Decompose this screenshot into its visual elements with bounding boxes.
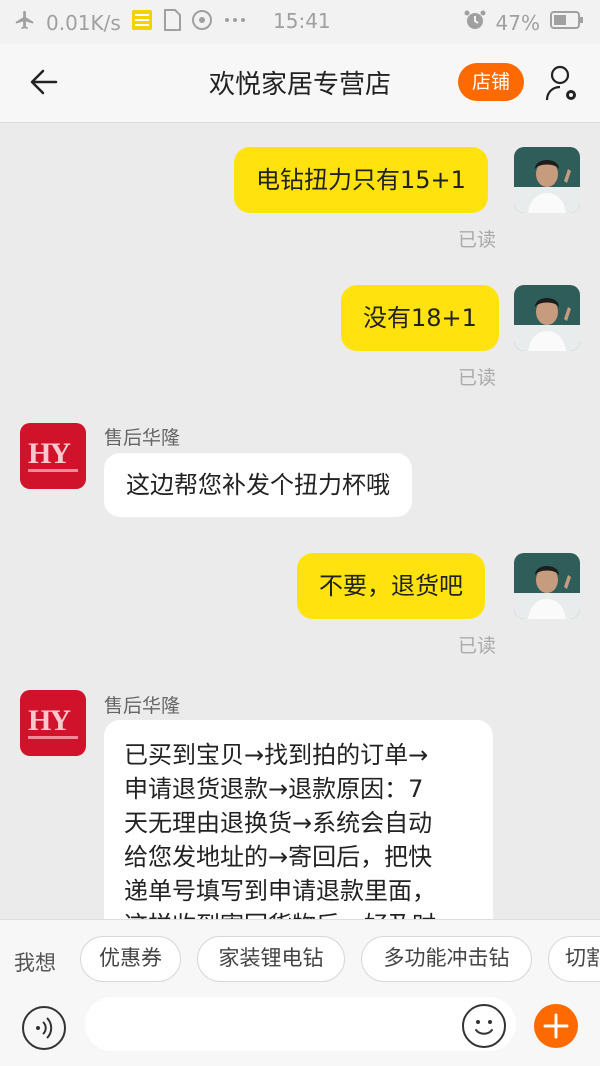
quick-suggestion-bar: 我想 优惠券 家装锂电钻 多功能冲击钻 切割 bbox=[0, 919, 600, 998]
add-plus-icon[interactable] bbox=[534, 1004, 578, 1048]
my-avatar[interactable] bbox=[514, 553, 580, 619]
voice-input-icon[interactable] bbox=[22, 1006, 66, 1050]
my-avatar[interactable] bbox=[514, 285, 580, 351]
logo-tagline-strip bbox=[28, 736, 78, 739]
message-input-bar bbox=[0, 997, 600, 1066]
status-time: 15:41 bbox=[273, 9, 331, 33]
document-icon bbox=[163, 9, 181, 36]
my-avatar[interactable] bbox=[514, 147, 580, 213]
my-message-bubble[interactable]: 电钻扭力只有15+1 bbox=[234, 147, 488, 213]
message-input[interactable] bbox=[85, 997, 516, 1051]
network-speed: 0.01K/s bbox=[46, 10, 121, 35]
quick-bar-label: 我想 bbox=[14, 951, 56, 975]
shop-message-bubble[interactable]: 已买到宝贝→找到拍的订单→ 申请退货退款→退款原因：7 天无理由退换货→系统会自… bbox=[104, 720, 493, 919]
sender-name: 售后华隆 bbox=[104, 427, 181, 449]
shop-avatar[interactable]: HY bbox=[20, 423, 86, 489]
sync-icon bbox=[191, 9, 213, 36]
suggestion-chip[interactable]: 优惠券 bbox=[80, 936, 181, 982]
hy-logo-icon: HY bbox=[28, 704, 71, 737]
more-notifications-icon bbox=[223, 9, 247, 36]
my-message-bubble[interactable]: 不要，退货吧 bbox=[297, 553, 485, 619]
sender-name: 售后华隆 bbox=[104, 695, 181, 717]
status-bar: 0.01K/s 15:41 47% bbox=[0, 0, 600, 44]
read-receipt: 已读 bbox=[458, 635, 497, 657]
notes-app-icon bbox=[131, 9, 153, 36]
shop-button[interactable]: 店铺 bbox=[458, 63, 524, 101]
message-line: 递单号填写到申请退款里面， bbox=[124, 877, 436, 905]
message-line: 天无理由退换货→系统会自动 bbox=[124, 809, 433, 837]
airplane-mode-icon bbox=[14, 9, 36, 36]
shop-message-bubble[interactable]: 这边帮您补发个扭力杯哦 bbox=[104, 453, 412, 517]
logo-tagline-strip bbox=[28, 469, 78, 472]
user-settings-icon[interactable] bbox=[544, 64, 580, 104]
my-message-bubble[interactable]: 没有18+1 bbox=[341, 285, 499, 351]
alarm-icon bbox=[464, 9, 486, 36]
message-line: 给您发地址的→寄回后，把快 bbox=[124, 843, 433, 871]
message-line: 申请退货退款→退款原因：7 bbox=[124, 775, 424, 803]
suggestion-chip[interactable]: 多功能冲击钻 bbox=[361, 936, 532, 982]
battery-icon bbox=[550, 10, 584, 35]
hy-logo-icon: HY bbox=[28, 437, 71, 470]
battery-percent: 47% bbox=[495, 10, 540, 35]
message-line: 已买到宝贝→找到拍的订单→ bbox=[124, 741, 429, 769]
emoji-icon[interactable] bbox=[462, 1004, 506, 1048]
chat-message-list[interactable]: 电钻扭力只有15+1 已读 没有18+1 已读 HY 售后华隆 这边帮您补发个扭… bbox=[0, 123, 600, 919]
suggestion-chip[interactable]: 切割 bbox=[548, 936, 600, 982]
shop-avatar[interactable]: HY bbox=[20, 690, 86, 756]
read-receipt: 已读 bbox=[458, 229, 497, 251]
message-line: 这样收到寄回货物后，好及时 bbox=[124, 908, 479, 919]
chat-header: 欢悦家居专营店 店铺 bbox=[0, 44, 600, 123]
suggestion-chip[interactable]: 家装锂电钻 bbox=[197, 936, 345, 982]
read-receipt: 已读 bbox=[458, 367, 497, 389]
